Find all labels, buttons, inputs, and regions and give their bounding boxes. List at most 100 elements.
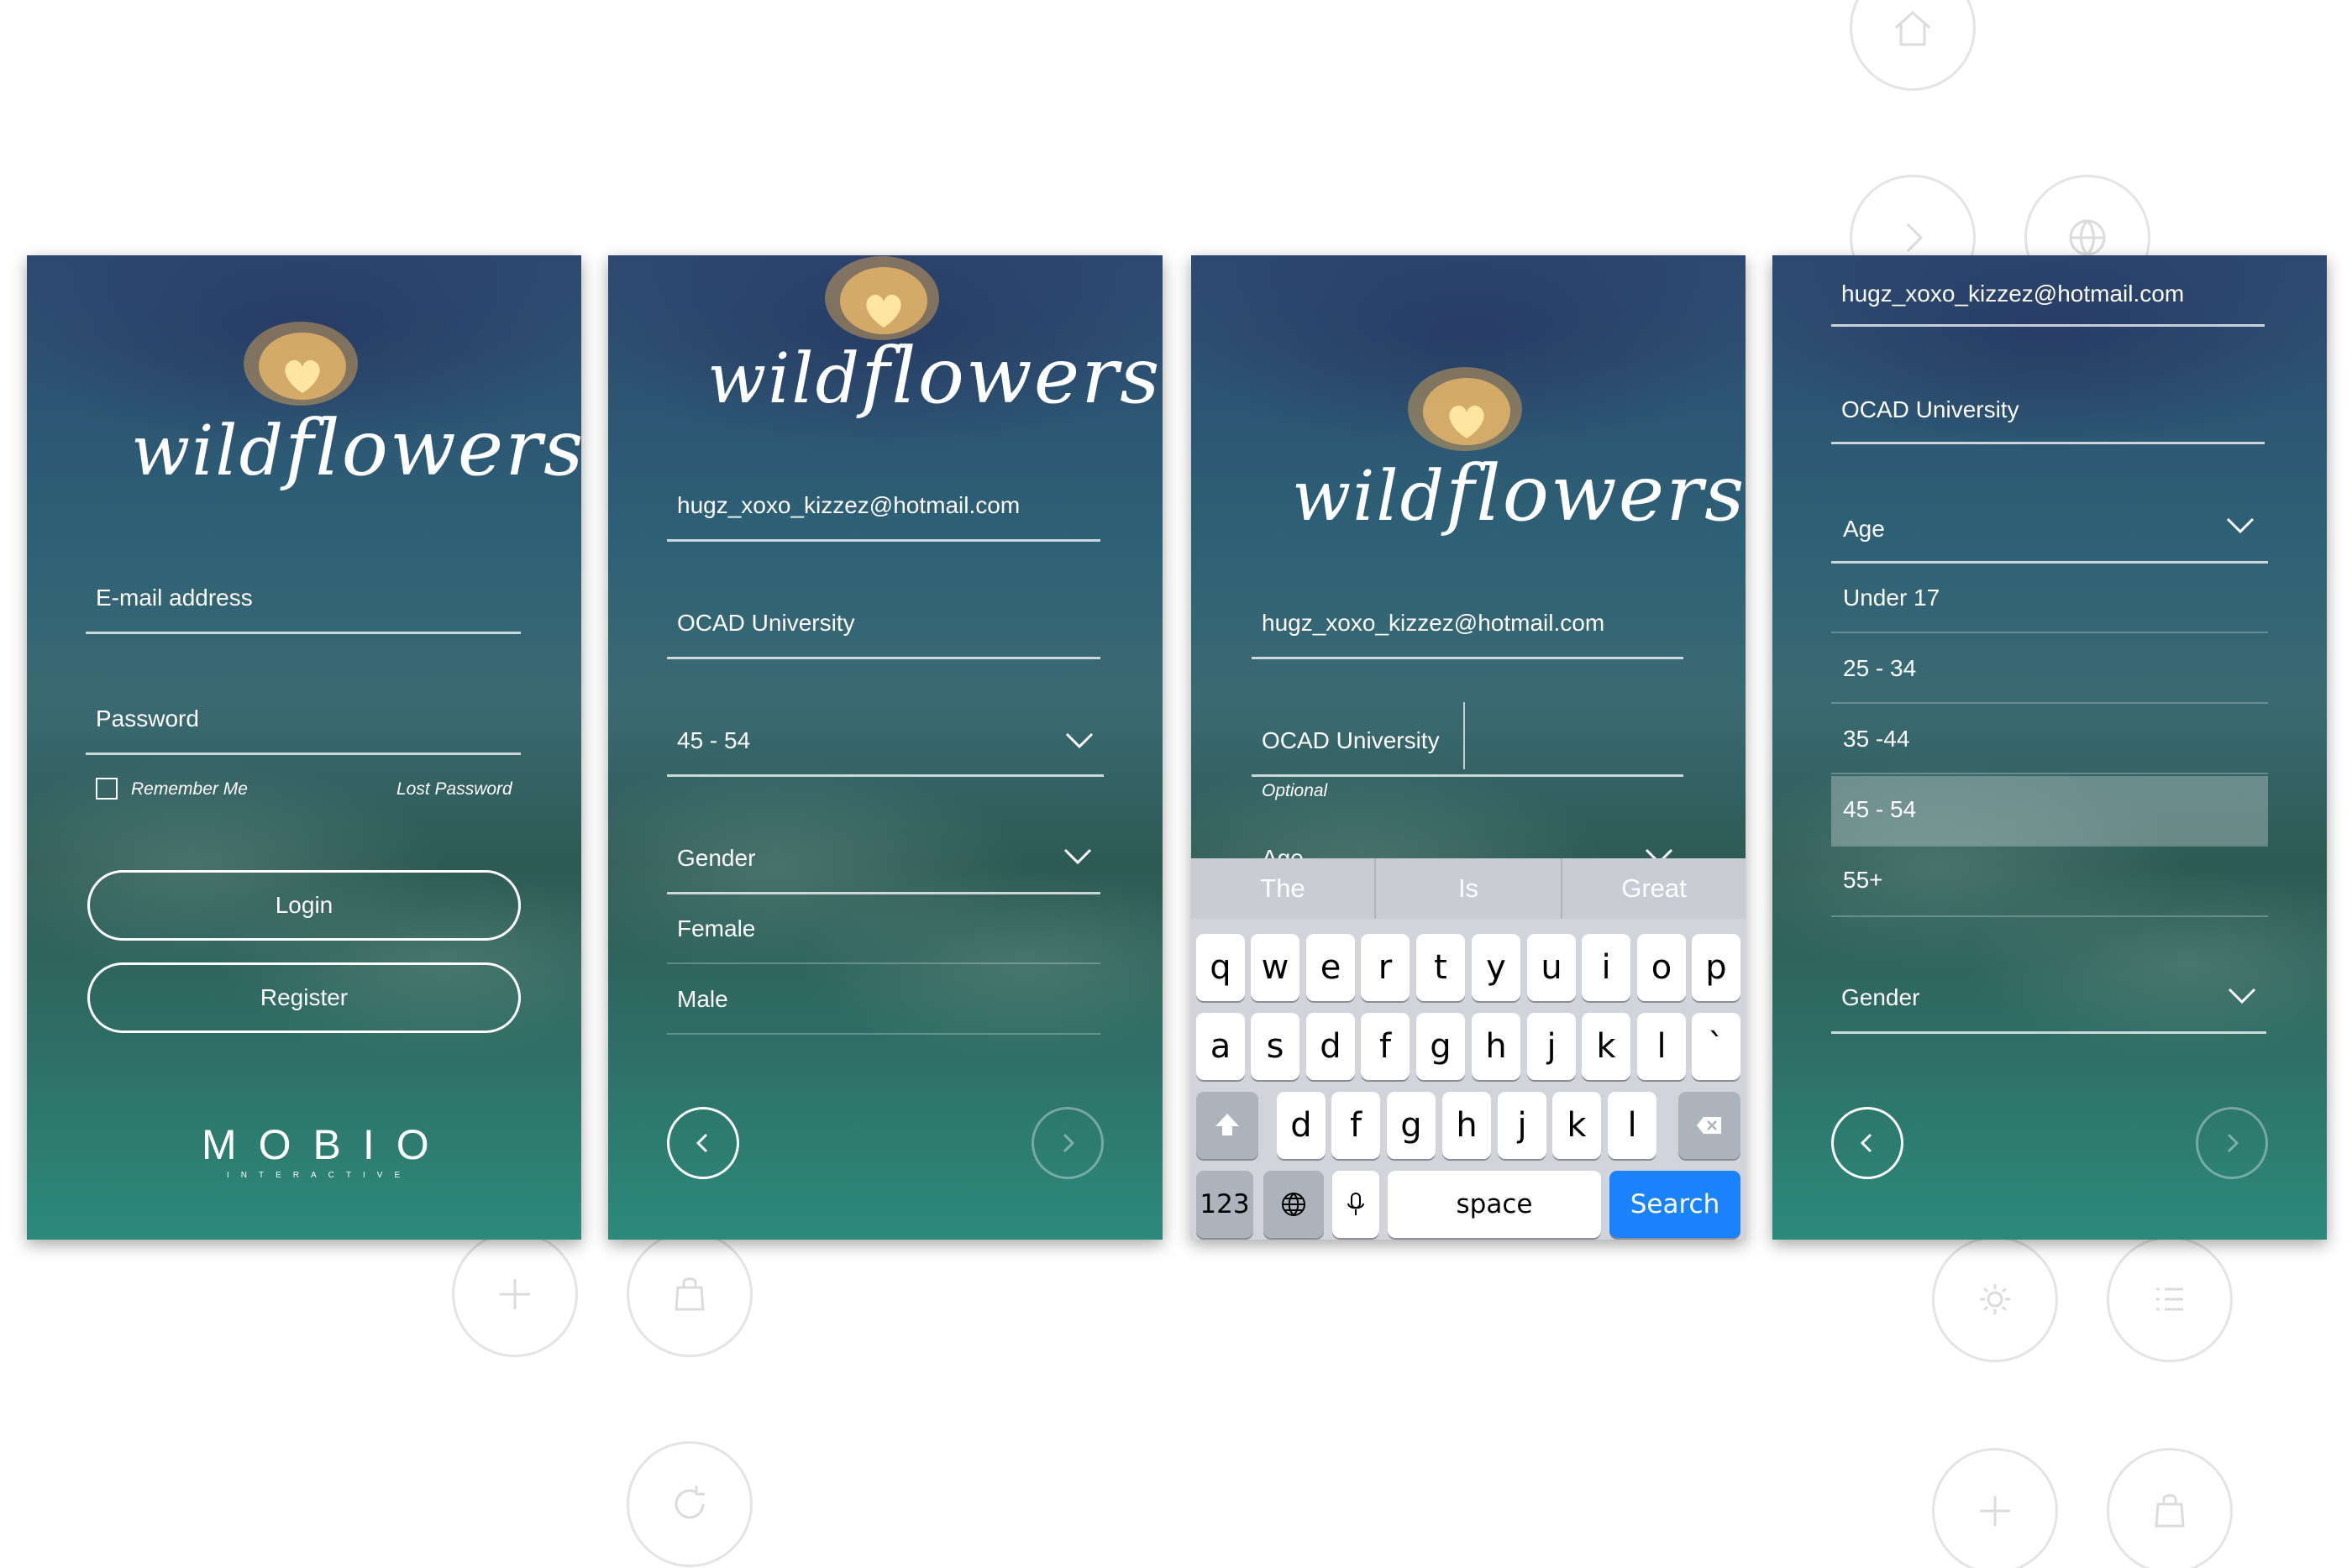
bg-gear-circle [1932,1236,2058,1362]
globe-key[interactable] [1263,1171,1324,1238]
flower-logo-icon [1408,367,1522,451]
age-select[interactable]: Age [1843,516,1885,543]
gender-select[interactable]: Gender [677,845,755,872]
school-field[interactable]: OCAD University [1841,396,2019,423]
next-button[interactable] [1032,1107,1104,1179]
lost-password-link[interactable]: Lost Password [396,779,512,800]
key-r[interactable]: r [1361,934,1410,1001]
key-p[interactable]: p [1692,934,1740,1001]
suggestion-3[interactable]: Great [1562,858,1746,919]
key-backtick[interactable]: ` [1692,1013,1740,1080]
list-icon [2156,1287,2183,1311]
age-option-under-17[interactable]: Under 17 [1843,585,1940,611]
key-w[interactable]: w [1251,934,1299,1001]
shift-key[interactable] [1196,1092,1258,1159]
key-l[interactable]: l [1637,1013,1686,1080]
chevron-down-icon[interactable] [1063,848,1092,865]
key-e[interactable]: e [1306,934,1355,1001]
key-t[interactable]: t [1416,934,1465,1001]
search-key[interactable]: Search [1609,1171,1740,1238]
gender-option-female[interactable]: Female [677,915,755,942]
key-i[interactable]: i [1582,934,1630,1001]
numbers-key[interactable]: 123 [1196,1171,1253,1238]
bag-icon [675,1277,705,1311]
age-option-55-plus[interactable]: 55+ [1843,867,1883,894]
key-k-2[interactable]: k [1552,1092,1601,1159]
optional-hint: Optional [1262,781,1328,800]
email-field[interactable]: E-mail address [96,585,253,611]
remember-me-checkbox[interactable] [96,778,118,800]
bg-home-circle [1850,0,1976,91]
bg-refresh-circle [627,1441,753,1567]
age-select[interactable]: 45 - 54 [677,727,750,754]
email-underline [86,632,521,634]
key-j-2[interactable]: j [1498,1092,1546,1159]
gender-option-male[interactable]: Male [677,986,728,1013]
key-f-2[interactable]: f [1331,1092,1380,1159]
key-k[interactable]: k [1582,1013,1630,1080]
option-divider [667,1033,1100,1035]
chevron-right-icon [1063,1133,1075,1153]
gender-select[interactable]: Gender [1841,984,1919,1011]
backspace-key[interactable] [1678,1092,1740,1159]
school-underline [1252,774,1683,777]
microphone-key[interactable] [1332,1171,1379,1238]
backspace-icon [1697,1117,1721,1134]
key-o[interactable]: o [1637,934,1686,1001]
email-field[interactable]: hugz_xoxo_kizzez@hotmail.com [677,492,1020,519]
key-s[interactable]: s [1251,1013,1299,1080]
app-logo-text: wildflowers [707,331,1162,421]
key-j[interactable]: j [1527,1013,1576,1080]
brand-subtitle: INTERACTIVE [227,1171,412,1180]
login-button[interactable]: Login [87,870,521,941]
brand-logo: MOBIO [202,1121,451,1168]
key-q[interactable]: q [1196,934,1245,1001]
school-underline [1831,442,2265,444]
chevron-down-icon[interactable] [2228,988,2256,1004]
age-option-25-34[interactable]: 25 - 34 [1843,655,1916,682]
register-age-screen: hugz_xoxo_kizzez@hotmail.com OCAD Univer… [1772,255,2327,1240]
key-l-2[interactable]: l [1608,1092,1656,1159]
key-f[interactable]: f [1361,1013,1410,1080]
back-button[interactable] [667,1107,739,1179]
password-underline [86,753,521,755]
suggestion-1[interactable]: The [1191,858,1374,919]
next-button[interactable] [2196,1107,2268,1179]
key-a[interactable]: a [1196,1013,1245,1080]
gender-underline [1831,1031,2266,1034]
space-key[interactable]: space [1388,1171,1601,1238]
key-d[interactable]: d [1306,1013,1355,1080]
chevron-right-icon [2227,1133,2239,1153]
school-field[interactable]: OCAD University [677,610,855,637]
key-g[interactable]: g [1416,1013,1465,1080]
login-screen: wildflowers E-mail address Password Reme… [27,255,581,1240]
plus-icon [500,1279,530,1309]
remember-me-label: Remember Me [131,779,248,799]
suggestion-2[interactable]: Is [1376,858,1561,919]
key-h-2[interactable]: h [1442,1092,1491,1159]
chevron-left-icon [696,1133,708,1153]
key-y[interactable]: y [1472,934,1520,1001]
email-underline [667,539,1100,542]
password-field[interactable]: Password [96,705,199,732]
shift-icon [1215,1114,1239,1135]
chevron-down-icon[interactable] [1065,732,1094,749]
gear-icon [1980,1284,2010,1314]
back-button[interactable] [1831,1107,1903,1179]
key-d-2[interactable]: d [1277,1092,1326,1159]
email-field[interactable]: hugz_xoxo_kizzez@hotmail.com [1841,281,2184,307]
key-u[interactable]: u [1527,934,1576,1001]
key-g-2[interactable]: g [1387,1092,1436,1159]
bg-plus-circle-2 [1932,1448,2058,1568]
bg-list-circle [2107,1236,2233,1362]
chevron-down-icon[interactable] [2226,517,2255,534]
bg-bag-circle [627,1231,753,1357]
register-gender-screen: wildflowers hugz_xoxo_kizzez@hotmail.com… [608,255,1163,1240]
on-screen-keyboard: The Is Great q w e r t y u i o p a s d f… [1191,858,1746,1240]
age-option-45-54[interactable]: 45 - 54 [1843,796,1916,823]
key-h[interactable]: h [1472,1013,1520,1080]
age-option-35-44[interactable]: 35 -44 [1843,726,1909,753]
email-field[interactable]: hugz_xoxo_kizzez@hotmail.com [1262,610,1604,637]
register-button[interactable]: Register [87,962,521,1033]
school-field[interactable]: OCAD University [1262,727,1440,754]
